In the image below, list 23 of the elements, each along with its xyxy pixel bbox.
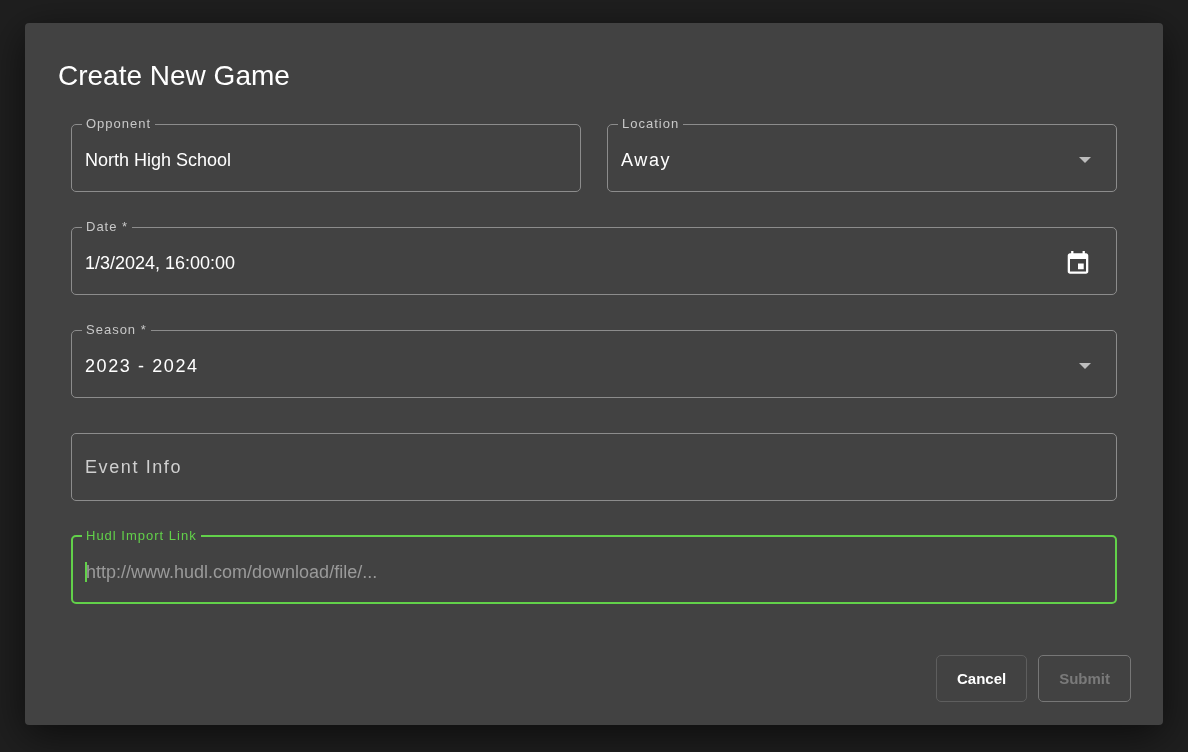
select-field[interactable]: Location Away bbox=[607, 118, 1117, 192]
field-label: Date * bbox=[85, 221, 130, 233]
select-value: Away bbox=[621, 149, 673, 171]
text-input[interactable]: North High School bbox=[85, 148, 567, 172]
field-label: Event Info bbox=[85, 456, 183, 478]
text-cursor bbox=[85, 562, 87, 582]
text-input[interactable]: 1/3/2024, 16:00:00 bbox=[85, 251, 1067, 275]
input-field[interactable]: Opponent North High School bbox=[71, 118, 581, 192]
field-label: Season * bbox=[85, 324, 148, 336]
calendar-icon[interactable] bbox=[1067, 251, 1089, 275]
field-label: Opponent bbox=[85, 118, 153, 130]
dialog-button[interactable]: Cancel bbox=[935, 655, 1028, 702]
field-label: Location bbox=[621, 118, 681, 130]
input-field[interactable]: Hudl Import Link http://www.hudl.com/download/file/... bbox=[71, 530, 1117, 604]
select-value: 2023 - 2024 bbox=[85, 355, 200, 377]
input-field[interactable]: Event Info bbox=[71, 433, 1117, 501]
text-input[interactable]: http://www.hudl.com/download/file/... bbox=[86, 560, 1103, 584]
dropdown-caret-icon bbox=[1079, 363, 1091, 369]
dialog-title: Create New Game bbox=[58, 59, 291, 93]
dropdown-caret-icon bbox=[1079, 157, 1091, 163]
date-field[interactable]: Date * 1/3/2024, 16:00:00 bbox=[71, 221, 1117, 295]
select-field[interactable]: Season * 2023 - 2024 bbox=[71, 324, 1117, 398]
field-label: Hudl Import Link bbox=[85, 530, 198, 542]
